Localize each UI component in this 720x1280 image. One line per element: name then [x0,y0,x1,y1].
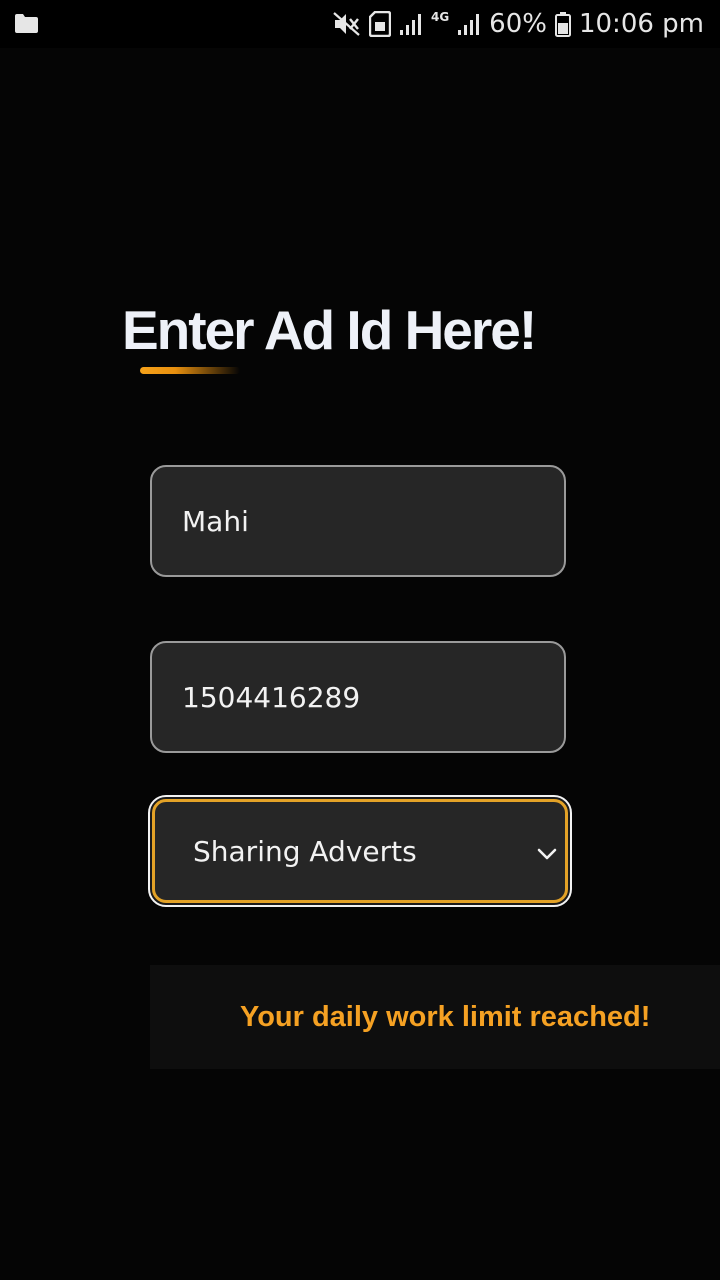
ad-type-select-box[interactable]: Sharing Adverts [152,799,568,903]
title-underline [140,367,240,374]
page-title: Enter Ad Id Here! [122,299,537,361]
status-message-banner: Your daily work limit reached! [150,965,720,1069]
signal-icon [399,14,421,35]
sim-icon [368,11,391,37]
folder-icon [15,14,38,33]
signal-icon [458,14,480,35]
battery-percent: 60% [489,9,547,39]
status-icons: 4G 60% 10:06 pm [333,0,704,48]
status-message: Your daily work limit reached! [240,1000,651,1033]
ad-id-input[interactable] [150,641,566,753]
battery-icon [554,12,571,37]
name-input[interactable] [150,465,566,577]
chevron-down-icon [537,848,557,860]
ad-type-select[interactable]: Sharing Adverts [148,795,572,907]
screen: 4G 60% 10:06 pm Enter Ad Id Here! Sharin… [0,0,720,1280]
mute-icon [333,12,360,36]
status-bar: 4G 60% 10:06 pm [0,0,720,48]
clock: 10:06 pm [578,9,704,39]
network-type-label: 4G [430,10,450,24]
ad-type-selected-value: Sharing Adverts [193,834,417,868]
